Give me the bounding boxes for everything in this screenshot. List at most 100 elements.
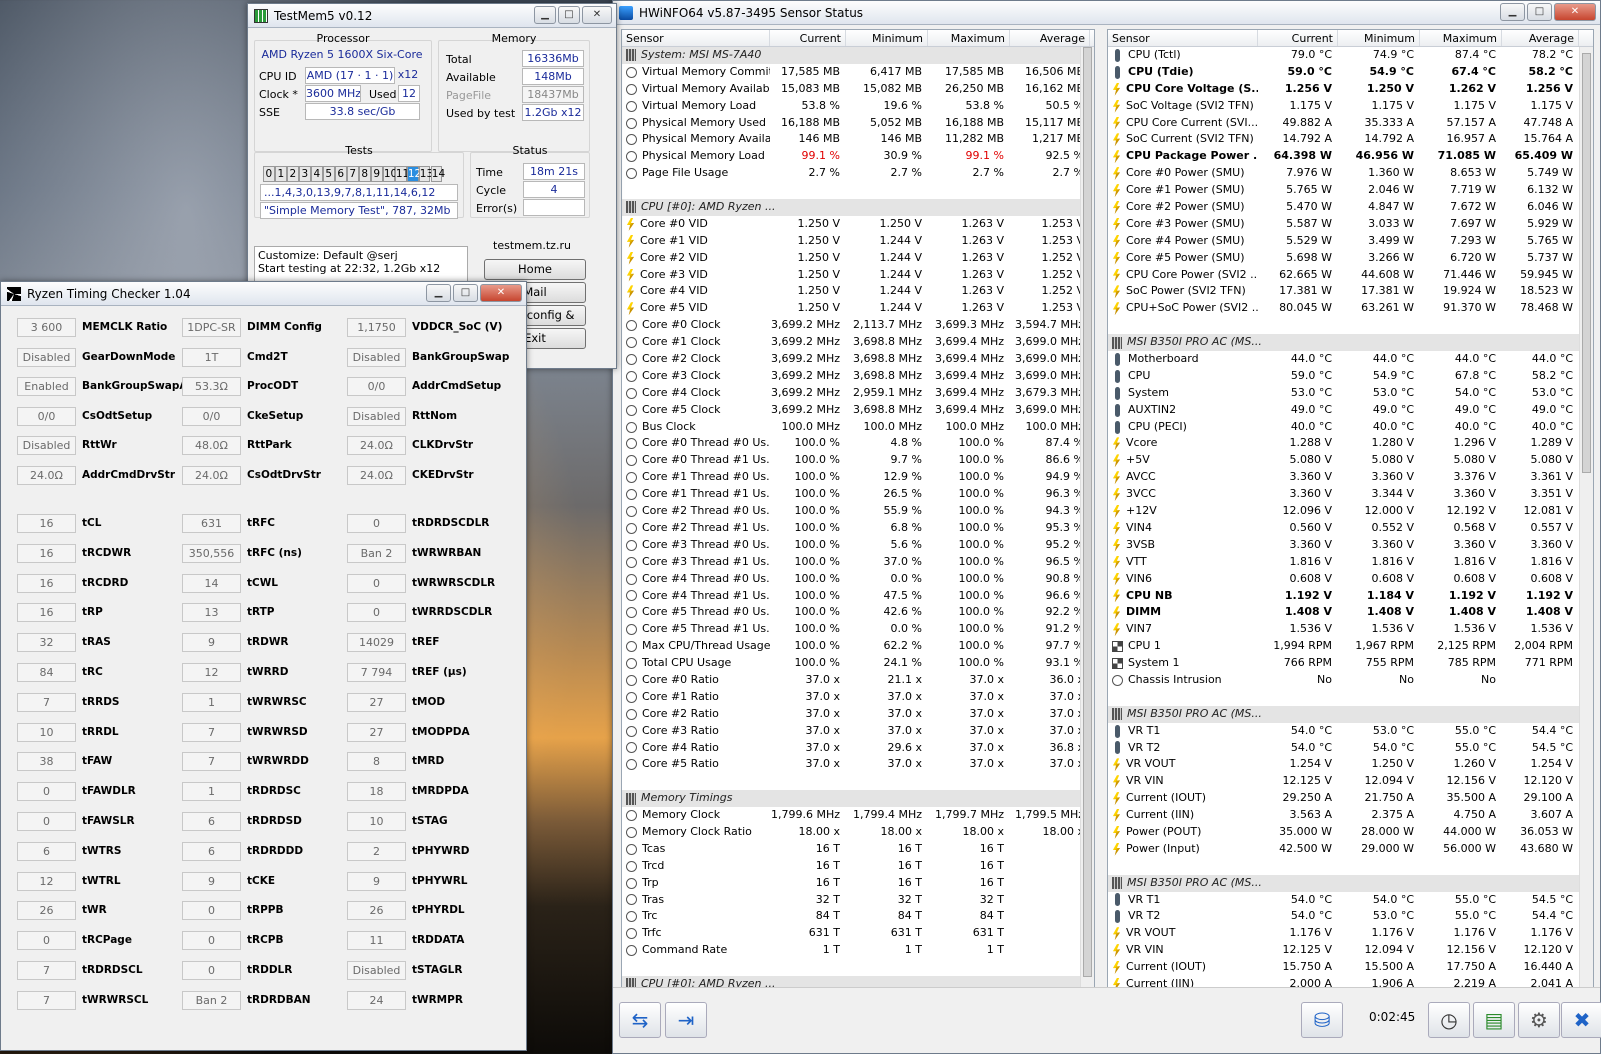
sensor-row[interactable]: SoC Voltage (SVI2 TFN) 1.175 V 1.175 V 1.17… (1108, 98, 1593, 115)
sensor-row[interactable]: VR T1 54.0 °C 54.0 °C 55.0 °C 54.5 °C (1108, 892, 1593, 909)
network-icon[interactable]: ⛁ (1301, 1002, 1343, 1038)
sensor-row[interactable]: Core #4 Ratio 37.0 x 29.6 x 37.0 x 36.8 x (622, 740, 1094, 757)
sensor-row[interactable]: Trfc 631 T 631 T 631 T (622, 925, 1094, 942)
close-button[interactable]: ✕ (1554, 3, 1596, 21)
home-button[interactable]: Home (484, 259, 586, 280)
sensor-row[interactable]: VR T2 54.0 °C 53.0 °C 55.0 °C 54.4 °C (1108, 908, 1593, 925)
minimize-button[interactable]: ▁ (426, 284, 451, 302)
close-button[interactable]: ✕ (582, 6, 612, 24)
column-header-sensor[interactable]: Sensor (622, 30, 770, 46)
sensor-row[interactable]: Core #0 Thread #0 Us... 100.0 % 4.8 % 100.0… (622, 435, 1094, 452)
sensor-row[interactable]: Physical Memory Availa... 146 MB 146 MB 11,… (622, 131, 1094, 148)
left-scrollbar[interactable] (1080, 47, 1094, 990)
sensor-row[interactable]: Physical Memory Load 99.1 % 30.9 % 99.1 % 92… (622, 148, 1094, 165)
right-scrollbar[interactable] (1579, 47, 1593, 990)
maximize-button[interactable]: □ (453, 284, 478, 302)
sensor-group-row[interactable]: MSI B350I PRO AC (MS... (1108, 705, 1593, 723)
sensor-row[interactable]: CPU 1 1,994 RPM 1,967 RPM 2,125 RPM 2,004 RP… (1108, 638, 1593, 655)
sensor-row[interactable]: Core #5 Power (SMU) 5.698 W 3.266 W 6.720 W… (1108, 250, 1593, 267)
sensor-row[interactable]: Page File Usage 2.7 % 2.7 % 2.7 % 2.7 % (622, 165, 1094, 182)
sensor-row[interactable]: Current (IOUT) 29.250 A 21.750 A 35.500 A 29… (1108, 790, 1593, 807)
sensor-row[interactable]: 3VCC 3.360 V 3.344 V 3.360 V 3.351 V (1108, 486, 1593, 503)
sensor-row[interactable]: VR VIN 12.125 V 12.094 V 12.156 V 12.120 V (1108, 942, 1593, 959)
sensor-row[interactable]: Command Rate 1 T 1 T 1 T (622, 942, 1094, 959)
sensor-row[interactable]: CPU Package Power ... 64.398 W 46.956 W 71.… (1108, 148, 1593, 165)
sensor-row[interactable]: VR VOUT 1.254 V 1.250 V 1.260 V 1.254 V (1108, 756, 1593, 773)
sensor-row[interactable]: Core #3 Power (SMU) 5.587 W 3.033 W 7.697 W… (1108, 216, 1593, 233)
sensor-row[interactable]: Core #3 VID 1.250 V 1.244 V 1.263 V 1.252 V (622, 267, 1094, 284)
minimize-button[interactable]: ▁ (534, 6, 556, 24)
sensor-row[interactable]: CPU+SoC Power (SVI2 ... 80.045 W 63.261 W 9… (1108, 300, 1593, 317)
sensor-row[interactable]: CPU 59.0 °C 54.9 °C 67.8 °C 58.2 °C (1108, 368, 1593, 385)
arrows-left-right-icon[interactable]: ⇆ (619, 1002, 661, 1038)
column-header-current[interactable]: Current (1258, 30, 1338, 46)
column-header-minimum[interactable]: Minimum (1338, 30, 1420, 46)
sensor-row[interactable]: Core #0 VID 1.250 V 1.250 V 1.263 V 1.253 V (622, 216, 1094, 233)
add-report-icon[interactable]: ▤ (1473, 1002, 1515, 1038)
sensor-group-row[interactable]: System: MSI MS-7A40 (622, 47, 1094, 64)
sensor-row[interactable]: SoC Current (SVI2 TFN) 14.792 A 14.792 A 16… (1108, 131, 1593, 148)
gear-icon[interactable]: ⚙ (1518, 1002, 1560, 1038)
sensor-row[interactable]: Core #0 Clock 3,699.2 MHz 2,113.7 MHz 3,699… (622, 317, 1094, 334)
sensor-row[interactable]: Core #0 Thread #1 Us... 100.0 % 9.7 % 100.0… (622, 452, 1094, 469)
sensor-group-row[interactable]: Memory Timings (622, 790, 1094, 808)
sensor-row[interactable]: Virtual Memory Available 15,083 MB 15,082 … (622, 81, 1094, 98)
sensor-row[interactable]: Core #1 VID 1.250 V 1.244 V 1.263 V 1.253 V (622, 233, 1094, 250)
sensor-row[interactable]: 3VSB 3.360 V 3.360 V 3.360 V 3.360 V (1108, 537, 1593, 554)
sensor-row[interactable]: Core #3 Thread #0 Us... 100.0 % 5.6 % 100.0… (622, 537, 1094, 554)
sensor-list-right[interactable]: Sensor Current Minimum Maximum Average CPU (… (1107, 29, 1594, 991)
sensor-row[interactable]: Core #5 Thread #1 Us... 100.0 % 0.0 % 100.0… (622, 621, 1094, 638)
column-header-maximum[interactable]: Maximum (1420, 30, 1502, 46)
sensor-row[interactable]: Core #2 Power (SMU) 5.470 W 4.847 W 7.672 W… (1108, 199, 1593, 216)
sensor-row[interactable]: Virtual Memory Load 53.8 % 19.6 % 53.8 % 50.… (622, 98, 1094, 115)
sensor-row[interactable]: Vcore 1.288 V 1.280 V 1.296 V 1.289 V (1108, 435, 1593, 452)
sensor-row[interactable]: CPU Core Power (SVI2 ... 62.665 W 44.608 W… (1108, 267, 1593, 284)
column-header-minimum[interactable]: Minimum (846, 30, 928, 46)
sensor-row[interactable]: VR VOUT 1.176 V 1.176 V 1.176 V 1.176 V (1108, 925, 1593, 942)
sensor-row[interactable]: Core #1 Power (SMU) 5.765 W 2.046 W 7.719 W… (1108, 182, 1593, 199)
sensor-row[interactable]: Core #1 Thread #0 Us... 100.0 % 12.9 % 100.… (622, 469, 1094, 486)
sensor-row[interactable]: Core #5 Clock 3,699.2 MHz 3,698.8 MHz 3,699… (622, 402, 1094, 419)
sensor-row[interactable]: Core #3 Ratio 37.0 x 37.0 x 37.0 x 37.0 x (622, 723, 1094, 740)
sensor-row[interactable]: Bus Clock 100.0 MHz 100.0 MHz 100.0 MHz 100.… (622, 419, 1094, 436)
sensor-row[interactable]: CPU NB 1.192 V 1.184 V 1.192 V 1.192 V (1108, 588, 1593, 605)
ryzen-titlebar[interactable]: Ryzen Timing Checker 1.04 ▁ □ ✕ (1, 282, 526, 306)
sensor-row[interactable]: Power (Input) 42.500 W 29.000 W 56.000 W 43.… (1108, 841, 1593, 858)
sensor-row[interactable]: Physical Memory Used 16,188 MB 5,052 MB 16,… (622, 115, 1094, 132)
sensor-row[interactable]: Current (IOUT) 15.750 A 15.500 A 17.750 A 16… (1108, 959, 1593, 976)
maximize-button[interactable]: □ (1527, 3, 1552, 21)
sensor-row[interactable]: +5V 5.080 V 5.080 V 5.080 V 5.080 V (1108, 452, 1593, 469)
sensor-row[interactable]: Core #3 Thread #1 Us... 100.0 % 37.0 % 100.… (622, 554, 1094, 571)
sensor-row[interactable]: Virtual Memory Commited 17,585 MB 6,417 MB… (622, 64, 1094, 81)
sensor-row[interactable]: Power (POUT) 35.000 W 28.000 W 44.000 W 36.0… (1108, 824, 1593, 841)
sensor-row[interactable]: Motherboard 44.0 °C 44.0 °C 44.0 °C 44.0 °C (1108, 351, 1593, 368)
sensor-row[interactable]: Tras 32 T 32 T 32 T (622, 892, 1094, 909)
sensor-row[interactable]: AVCC 3.360 V 3.360 V 3.376 V 3.361 V (1108, 469, 1593, 486)
sensor-row[interactable]: Core #5 Thread #0 Us... 100.0 % 42.6 % 100.… (622, 604, 1094, 621)
sensor-row[interactable]: Core #4 Thread #1 Us... 100.0 % 47.5 % 100.… (622, 588, 1094, 605)
sensor-row[interactable]: Trc 84 T 84 T 84 T (622, 908, 1094, 925)
sensor-row[interactable]: Core #4 Power (SMU) 5.529 W 3.499 W 7.293 W… (1108, 233, 1593, 250)
sensor-row[interactable]: VR VIN 12.125 V 12.094 V 12.156 V 12.120 V (1108, 773, 1593, 790)
sensor-row[interactable]: Trp 16 T 16 T 16 T (622, 875, 1094, 892)
column-header-current[interactable]: Current (770, 30, 846, 46)
sensor-row[interactable]: Core #1 Ratio 37.0 x 37.0 x 37.0 x 37.0 x (622, 689, 1094, 706)
sensor-row[interactable]: System 53.0 °C 53.0 °C 54.0 °C 53.0 °C (1108, 385, 1593, 402)
sensor-row[interactable]: Core #1 Clock 3,699.2 MHz 3,698.8 MHz 3,699… (622, 334, 1094, 351)
sensor-row[interactable]: VIN6 0.608 V 0.608 V 0.608 V 0.608 V (1108, 571, 1593, 588)
sensor-row[interactable]: VR T2 54.0 °C 54.0 °C 55.0 °C 54.5 °C (1108, 740, 1593, 757)
sensor-row[interactable]: Chassis Intrusion No No No (1108, 672, 1593, 689)
sensor-row[interactable]: AUXTIN2 49.0 °C 49.0 °C 49.0 °C 49.0 °C (1108, 402, 1593, 419)
clock-icon[interactable]: ◷ (1428, 1002, 1470, 1038)
sensor-row[interactable]: Core #2 Thread #0 Us... 100.0 % 55.9 % 100.… (622, 503, 1094, 520)
sensor-row[interactable]: Core #5 VID 1.250 V 1.244 V 1.263 V 1.253 V (622, 300, 1094, 317)
sensor-row[interactable]: Total CPU Usage 100.0 % 24.1 % 100.0 % 93.1 … (622, 655, 1094, 672)
sensor-row[interactable]: Memory Clock Ratio 18.00 x 18.00 x 18.00 x 1… (622, 824, 1094, 841)
sensor-row[interactable]: Core #4 VID 1.250 V 1.244 V 1.263 V 1.252 V (622, 283, 1094, 300)
arrows-collapse-icon[interactable]: ⇥ (665, 1002, 707, 1038)
sensor-row[interactable]: Core #0 Ratio 37.0 x 21.1 x 37.0 x 36.0 x (622, 672, 1094, 689)
close-button[interactable]: ✕ (480, 284, 522, 302)
sensor-row[interactable]: Core #2 Ratio 37.0 x 37.0 x 37.0 x 37.0 x (622, 706, 1094, 723)
column-header-average[interactable]: Average (1502, 30, 1579, 46)
sensor-row[interactable]: Core #5 Ratio 37.0 x 37.0 x 37.0 x 37.0 x (622, 756, 1094, 773)
